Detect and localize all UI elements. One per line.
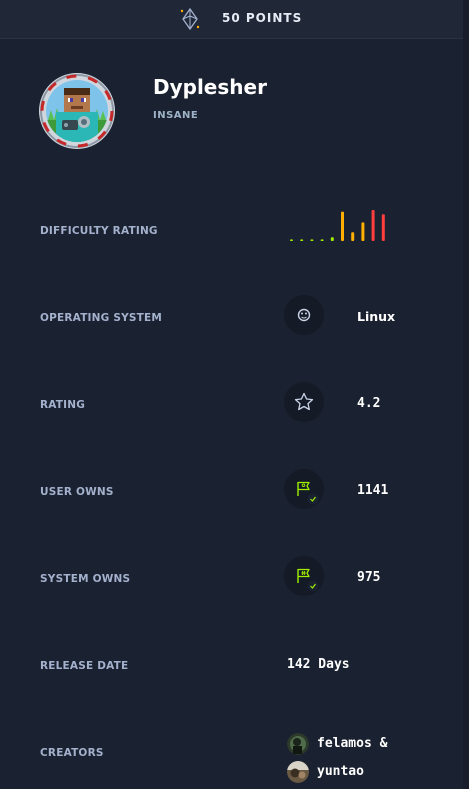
linux-icon [284,295,324,335]
difficulty-bar [381,214,385,241]
system-owns-label: SYSTEM OWNS [40,573,131,585]
os-value: Linux [357,309,396,324]
creator-avatar[interactable] [287,761,309,783]
rating-value: 4.2 [357,396,381,411]
difficulty-bar [310,239,314,241]
machine-name: Dyplesher [153,75,267,99]
minecraft-character-avatar[interactable] [38,72,116,150]
points-label: 50 POINTS [222,11,303,25]
difficulty-rating-label: DIFFICULTY RATING [40,225,158,237]
user-flag-icon [284,469,324,509]
user-owns-value: 1141 [357,483,389,498]
difficulty-bar [330,237,334,241]
system-owns-value: 975 [357,570,381,585]
creator-name[interactable]: felamos & [317,736,387,751]
scrollbar-track[interactable] [463,0,469,789]
system-flag-icon [284,556,324,596]
difficulty-bar [320,239,324,241]
creator-name[interactable]: yuntao [317,764,364,779]
creator-avatar[interactable] [287,733,309,755]
release-date-label: RELEASE DATE [40,660,129,672]
difficulty-bar [300,239,304,241]
creators-label: CREATORS [40,747,104,759]
difficulty-bar [290,239,293,241]
points-header: 50 POINTS [0,0,463,39]
rating-label: RATING [40,399,86,411]
release-date-value: 142 Days [287,657,350,672]
user-owns-label: USER OWNS [40,486,114,498]
difficulty-bar [341,211,344,241]
os-label: OPERATING SYSTEM [40,312,163,324]
difficulty-bar [351,232,355,241]
difficulty-rating-chart [290,210,385,241]
difficulty-bar [371,210,375,241]
difficulty-bar [361,222,365,241]
machine-difficulty: INSANE [153,110,199,121]
crystal-icon [180,7,200,31]
star-icon [284,382,324,422]
